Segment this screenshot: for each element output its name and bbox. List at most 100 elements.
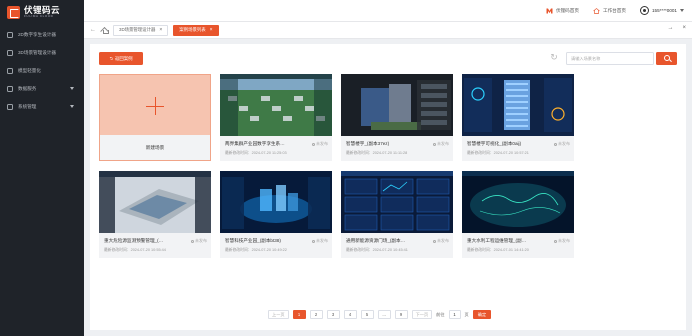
sidebar-item[interactable]: 2D数字孪生设计器 xyxy=(0,26,84,44)
scene-card[interactable]: 两界集群产业园数字孪生系… 未发布最新修改时间：2024-07-20 11:25:… xyxy=(220,74,332,161)
status-icon xyxy=(311,239,315,243)
scene-name: 通用新能源资源门场_(副本… xyxy=(346,238,406,243)
publish-status: 未发布 xyxy=(190,238,207,244)
scene-thumbnail[interactable] xyxy=(462,171,574,233)
page-button[interactable]: 5 xyxy=(360,310,374,319)
user-menu[interactable]: 155****0001 xyxy=(639,6,684,15)
search-input[interactable]: 请输入场景名称 xyxy=(566,52,654,65)
new-scene-card[interactable]: 新建场景 xyxy=(99,74,211,161)
tab-case-list[interactable]: 案例场景列表 × xyxy=(173,24,219,36)
back-arrow-icon[interactable]: ← xyxy=(90,27,96,33)
scene-name: 重大水利工程运维管理_(副… xyxy=(467,238,527,243)
page-button[interactable]: ... xyxy=(377,310,391,319)
database-icon xyxy=(7,86,13,92)
scene-card[interactable]: 智慧科技产业园_(副本bt38) 未发布最新修改时间：2024-07-20 10:… xyxy=(220,171,332,258)
sidebar-item[interactable]: 数据服务 xyxy=(0,80,84,98)
sidebar: 伏锂码云 FULIMA CLOUD 2D数字孪生设计器 3D场景管理设计器模型轻量… xyxy=(0,0,84,336)
scene-card[interactable]: 通用新能源资源门场_(副本… 未发布 最新修改时间：2024-07-20 10:45… xyxy=(341,171,453,258)
publish-status: 未发布 xyxy=(553,141,570,147)
status-text: 未发布 xyxy=(558,238,570,243)
page-button[interactable]: 3 xyxy=(326,310,340,319)
page-button[interactable]: 9 xyxy=(394,310,408,319)
go-button[interactable]: 确定 xyxy=(472,310,492,319)
close-icon[interactable]: × xyxy=(210,27,213,33)
brand-name: 伏锂码云 xyxy=(24,4,61,15)
scene-thumbnail[interactable] xyxy=(462,74,574,136)
sidebar-nav: 2D数字孪生设计器 3D场景管理设计器模型轻量化数据服务系统管理 xyxy=(0,26,84,116)
brand-subtitle: FULIMA CLOUD xyxy=(24,14,54,19)
home-tab-icon[interactable] xyxy=(101,27,109,34)
sidebar-item[interactable]: 系统管理 xyxy=(0,98,84,116)
main-content: ⮌ 返回案例 ↻ 请输入场景名称 新建场景 两界集群产业园数字孪生系… 未发布 最新… xyxy=(90,44,686,330)
workbench-home-label: 工作台首页 xyxy=(602,7,626,13)
sidebar-item-label: 模型轻量化 xyxy=(18,68,41,73)
scene-thumbnail[interactable] xyxy=(341,171,453,233)
chevron-down-icon xyxy=(70,105,74,108)
status-text: 未发布 xyxy=(558,141,570,146)
tab-label: 案例场景列表 xyxy=(179,27,206,32)
page-button[interactable]: 4 xyxy=(343,310,357,319)
status-icon xyxy=(432,239,436,243)
search-button[interactable] xyxy=(656,52,677,65)
close-icon[interactable]: × xyxy=(159,27,162,33)
page-button[interactable]: 2 xyxy=(309,310,323,319)
publish-status: 未发布 xyxy=(432,238,449,244)
tab-tools: → × xyxy=(667,25,686,31)
goto-page-input[interactable]: 1 xyxy=(448,310,461,319)
sidebar-item[interactable]: 模型轻量化 xyxy=(0,62,84,80)
status-icon xyxy=(432,142,436,146)
sidebar-item-label: 2D数字孪生设计器 xyxy=(18,32,57,37)
prev-page-button[interactable]: 上一页 xyxy=(268,310,289,319)
modified-time: 最新修改时间：2024-07-20 10:57:21 xyxy=(467,151,529,155)
scene-card[interactable]: 重大危险源监测预警管理_(… 未发布 最新修改时间：2024-07-20 10:55… xyxy=(99,171,211,258)
scene-thumbnail[interactable] xyxy=(220,74,332,136)
status-icon xyxy=(553,142,557,146)
scene-card[interactable]: 重大水利工程运维管理_(副… 未发布最新修改时间：2024-07-01 14:41… xyxy=(462,171,574,258)
workbench-home-link[interactable]: 工作台首页 xyxy=(593,8,626,14)
close-all-icon[interactable]: × xyxy=(682,25,686,31)
logo-icon xyxy=(7,5,20,19)
home-icon xyxy=(593,7,600,14)
sidebar-item[interactable]: 3D场景管理设计器 xyxy=(0,44,84,62)
modified-time: 最新修改时间：2024-07-01 14:41:20 xyxy=(467,248,529,252)
modified-time: 最新修改时间：2024-07-20 10:49:22 xyxy=(225,248,287,252)
cube-icon xyxy=(7,32,13,38)
sidebar-item-label: 系统管理 xyxy=(18,104,37,109)
status-text: 未发布 xyxy=(437,238,449,243)
publish-status: 未发布 xyxy=(311,141,328,147)
status-icon xyxy=(311,142,315,146)
modified-time: 最新修改时间：2024-07-20 11:25:03 xyxy=(225,151,287,155)
tabbar: ← 3D场景管理设计器 × 案例场景列表 × → × xyxy=(84,22,692,39)
return-button[interactable]: ⮌ 返回案例 xyxy=(99,52,143,65)
plus-icon xyxy=(146,97,164,115)
sidebar-item-label: 数据服务 xyxy=(18,86,37,91)
scene-name: 智慧楼宇_(副本37ez) xyxy=(346,141,390,146)
scene-name: 智慧科技产业园_(副本bt38) xyxy=(225,238,281,243)
pagination: 上一页 1 2 3 4 5... 9 下一页 前往 1 页确定 xyxy=(268,310,492,319)
return-icon: ⮌ xyxy=(109,55,113,61)
next-page-button[interactable]: 下一页 xyxy=(411,310,433,319)
status-text: 未发布 xyxy=(316,141,328,146)
chevron-down-icon xyxy=(680,9,684,12)
tab-label: 3D场景管理设计器 xyxy=(119,27,156,32)
page-button[interactable]: 1 xyxy=(292,310,306,319)
scene-card[interactable]: 智慧楼宇_(副本37ez) 未发布 最新修改时间：2024-07-20 11:11:… xyxy=(341,74,453,161)
brand-home-link[interactable]: 伏锂码首页 xyxy=(546,8,579,14)
brand-m-icon xyxy=(546,8,553,13)
refresh-icon[interactable]: ↻ xyxy=(549,52,559,62)
logo[interactable]: 伏锂码云 FULIMA CLOUD xyxy=(0,0,84,24)
scene-card[interactable]: 智慧楼宇可视化_(副本0aij) 未发布 最新修改时间：2024-07-20 10:… xyxy=(462,74,574,161)
publish-status: 未发布 xyxy=(553,238,570,244)
user-name: 155****0001 xyxy=(651,8,677,13)
top-header: 伏锂码首页 工作台首页 155****0001 xyxy=(84,0,692,22)
scene-thumbnail[interactable] xyxy=(220,171,332,233)
scene-thumbnail[interactable] xyxy=(99,171,211,233)
forward-arrow-icon[interactable]: → xyxy=(667,25,673,31)
chevron-down-icon xyxy=(70,87,74,90)
scene-thumbnail[interactable] xyxy=(341,74,453,136)
scene-name: 两界集群产业园数字孪生系… xyxy=(225,141,285,146)
modified-time: 最新修改时间：2024-07-20 10:55:44 xyxy=(104,248,166,252)
tab-3d-designer[interactable]: 3D场景管理设计器 × xyxy=(113,24,169,36)
page-suffix: 页 xyxy=(464,311,469,317)
status-text: 未发布 xyxy=(316,238,328,243)
